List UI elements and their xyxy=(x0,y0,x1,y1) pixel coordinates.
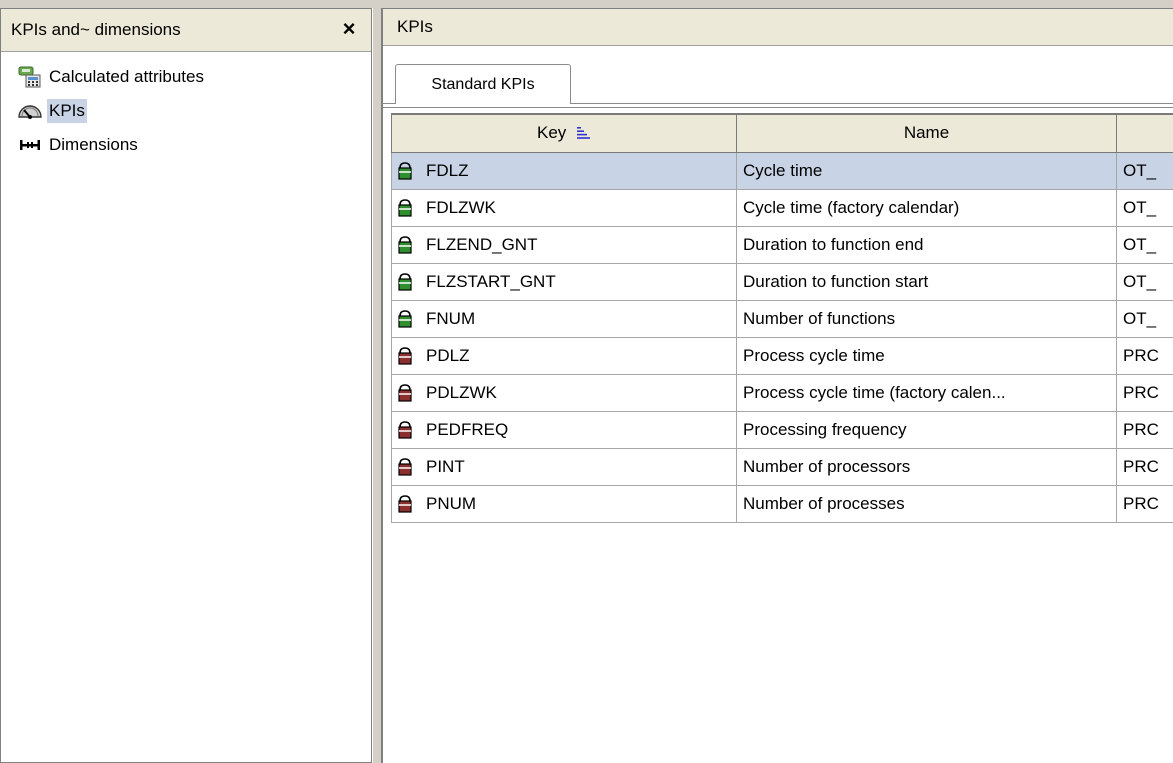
table-header-row: Key Name xyxy=(391,113,1173,153)
cell-key-text: FLZEND_GNT xyxy=(426,234,538,254)
table-row[interactable]: PDLZWK Process cycle time (factory calen.… xyxy=(391,373,1173,412)
panel-splitter[interactable] xyxy=(372,8,382,763)
cell-key: PNUM xyxy=(391,484,737,523)
cell-name: Cycle time (factory calendar) xyxy=(736,188,1117,227)
right-panel-header: KPIs xyxy=(383,9,1173,46)
tree-item-kpis[interactable]: KPIs xyxy=(1,94,371,128)
cell-key-text: FDLZ xyxy=(426,160,469,180)
cell-key: PINT xyxy=(391,447,737,486)
cell-third: OT_ xyxy=(1116,225,1173,264)
tree-item-label: KPIs xyxy=(47,99,87,123)
table-row[interactable]: FDLZWK Cycle time (factory calendar) OT_ xyxy=(391,188,1173,227)
cell-key: FDLZ xyxy=(391,151,737,190)
table-row[interactable]: FDLZ Cycle time OT_ xyxy=(391,151,1173,190)
cell-key-text: PDLZ xyxy=(426,345,470,365)
cell-third: PRC xyxy=(1116,447,1173,486)
cell-third: PRC xyxy=(1116,336,1173,375)
table-row[interactable]: FNUM Number of functions OT_ xyxy=(391,299,1173,338)
left-panel-header: KPIs and~ dimensions × xyxy=(1,9,371,52)
right-panel-title: KPIs xyxy=(397,17,433,36)
column-header-key[interactable]: Key xyxy=(391,113,737,153)
cell-third: OT_ xyxy=(1116,299,1173,338)
cell-key: PDLZ xyxy=(391,336,737,375)
table-row[interactable]: PINT Number of processors PRC xyxy=(391,447,1173,486)
kpi-green-icon xyxy=(398,235,414,254)
kpi-table-container: Key Name FDLZ Cycle time OT_ FDLZWK Cycl… xyxy=(391,113,1173,763)
cell-third: OT_ xyxy=(1116,262,1173,301)
tab-divider-lower xyxy=(383,107,1173,108)
cell-third: PRC xyxy=(1116,373,1173,412)
kpis-dimensions-panel: KPIs and~ dimensions × Calculated attrib… xyxy=(0,8,372,763)
cell-name: Number of functions xyxy=(736,299,1117,338)
column-header-key-label: Key xyxy=(536,122,567,142)
cell-key-text: FNUM xyxy=(426,308,476,328)
kpi-table-body: FDLZ Cycle time OT_ FDLZWK Cycle time (facto… xyxy=(391,151,1173,523)
tree-item-label: Calculated attributes xyxy=(49,67,204,86)
cell-key-text: PNUM xyxy=(426,493,477,513)
kpi-green-icon xyxy=(398,198,414,217)
cell-key-text: PEDFREQ xyxy=(426,419,509,439)
kpi-brown-icon xyxy=(398,346,414,365)
tree-item-calculated-attributes[interactable]: Calculated attributes xyxy=(1,60,371,94)
cell-third: OT_ xyxy=(1116,188,1173,227)
table-row[interactable]: PNUM Number of processes PRC xyxy=(391,484,1173,523)
cell-key-text: FLZSTART_GNT xyxy=(426,271,556,291)
cell-name: Process cycle time xyxy=(736,336,1117,375)
cell-key-text: FDLZWK xyxy=(426,197,496,217)
close-panel-button[interactable]: × xyxy=(339,18,359,40)
kpi-brown-icon xyxy=(398,457,414,476)
cell-third: OT_ xyxy=(1116,151,1173,190)
cell-key-text: PDLZWK xyxy=(426,382,497,402)
left-panel-title: KPIs and~ dimensions xyxy=(11,20,181,39)
table-row[interactable]: FLZSTART_GNT Duration to function start OT… xyxy=(391,262,1173,301)
kpi-green-icon xyxy=(398,272,414,291)
cell-name: Cycle time xyxy=(736,151,1117,190)
cell-key: FLZEND_GNT xyxy=(391,225,737,264)
calculator-icon xyxy=(17,66,43,88)
kpi-green-icon xyxy=(398,309,414,328)
cell-name: Number of processors xyxy=(736,447,1117,486)
cell-name: Duration to function start xyxy=(736,262,1117,301)
column-header-name[interactable]: Name xyxy=(736,113,1117,153)
cell-key: FLZSTART_GNT xyxy=(391,262,737,301)
column-header-third[interactable] xyxy=(1116,113,1173,153)
kpi-brown-icon xyxy=(398,383,414,402)
kpi-table: Key Name FDLZ Cycle time OT_ FDLZWK Cycl… xyxy=(391,113,1173,523)
cell-name: Process cycle time (factory calen... xyxy=(736,373,1117,412)
cell-third: PRC xyxy=(1116,484,1173,523)
cell-name: Processing frequency xyxy=(736,410,1117,449)
sort-ascending-icon xyxy=(577,124,591,144)
cell-key: FDLZWK xyxy=(391,188,737,227)
table-row[interactable]: FLZEND_GNT Duration to function end OT_ xyxy=(391,225,1173,264)
dimension-icon xyxy=(17,134,43,156)
gauge-icon xyxy=(17,100,43,122)
tab-standard-kpis[interactable]: Standard KPIs xyxy=(395,64,571,104)
cell-name: Number of processes xyxy=(736,484,1117,523)
table-row[interactable]: PDLZ Process cycle time PRC xyxy=(391,336,1173,375)
kpi-green-icon xyxy=(398,161,414,180)
cell-key-text: PINT xyxy=(426,456,465,476)
tree-view: Calculated attributes KPIs Dimensions xyxy=(1,52,371,162)
kpi-brown-icon xyxy=(398,494,414,513)
kpis-panel: KPIs Standard KPIs Key Name FDLZ Cycle t… xyxy=(382,8,1173,763)
cell-third: PRC xyxy=(1116,410,1173,449)
cell-key: PEDFREQ xyxy=(391,410,737,449)
tree-item-label: Dimensions xyxy=(49,135,138,154)
cell-key: FNUM xyxy=(391,299,737,338)
cell-name: Duration to function end xyxy=(736,225,1117,264)
cell-key: PDLZWK xyxy=(391,373,737,412)
tree-item-dimensions[interactable]: Dimensions xyxy=(1,128,371,162)
table-row[interactable]: PEDFREQ Processing frequency PRC xyxy=(391,410,1173,449)
tab-strip: Standard KPIs xyxy=(383,46,1173,108)
kpi-brown-icon xyxy=(398,420,414,439)
